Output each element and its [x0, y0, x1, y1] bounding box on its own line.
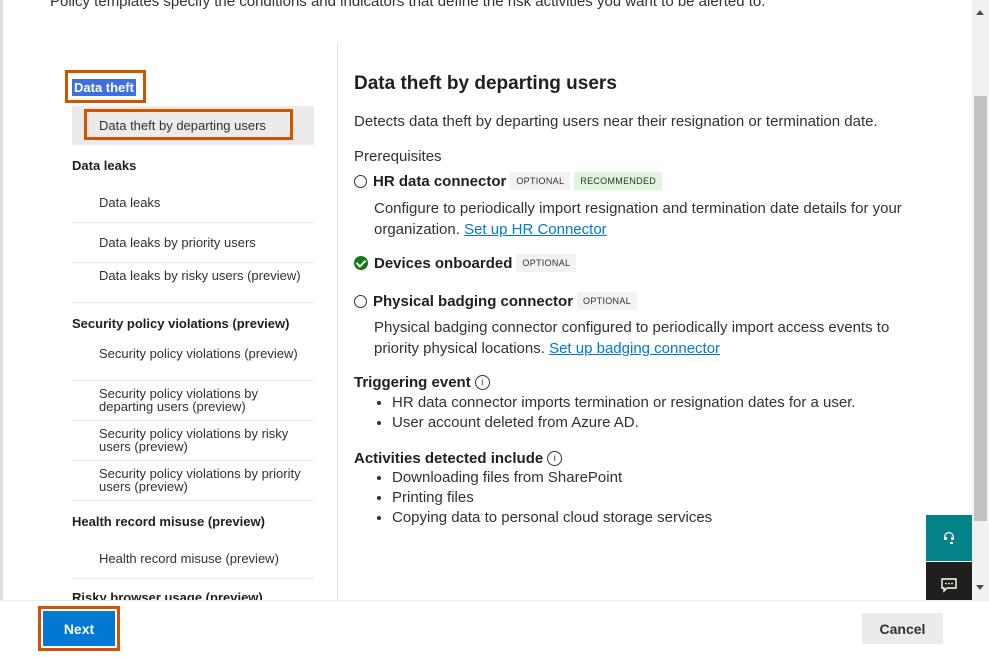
list-item: HR data connector imports termination or…	[392, 393, 856, 413]
optional-badge: OPTIONAL	[577, 292, 637, 310]
template-nav: Data theft Data theft by departing users…	[64, 66, 316, 600]
prereq-physical-badging: Physical badging connector OPTIONAL	[354, 292, 637, 310]
nav-category-risky-browser[interactable]: Risky browser usage (preview)	[72, 590, 263, 600]
scroll-down-arrow-icon[interactable]	[976, 585, 984, 590]
prereq-devices-onboarded: Devices onboarded OPTIONAL	[354, 254, 577, 272]
nav-item-label: Data leaks by risky users (preview)	[99, 268, 301, 283]
nav-item-data-leaks-priority[interactable]: Data leaks by priority users	[72, 223, 314, 263]
pane-divider	[337, 44, 338, 600]
optional-badge: OPTIONAL	[516, 254, 577, 272]
prereq-desc-text: Configure to periodically import resigna…	[374, 200, 902, 238]
info-icon[interactable]: i	[547, 451, 563, 466]
triggering-event-heading: Triggering event i	[354, 374, 490, 391]
section-label: Activities detected include	[354, 450, 544, 467]
list-item: Downloading files from SharePoint	[392, 468, 712, 488]
prereq-hr-connector: HR data connector OPTIONAL RECOMMENDED	[354, 172, 663, 190]
nav-item-security-policy-violations[interactable]: Security policy violations (preview)	[72, 341, 314, 381]
setup-hr-connector-link[interactable]: Set up HR Connector	[464, 221, 607, 238]
radio-unchecked-icon	[354, 174, 367, 188]
nav-category-security-policy[interactable]: Security policy violations (preview)	[72, 316, 289, 331]
triggering-event-list: HR data connector imports termination or…	[354, 393, 856, 433]
nav-item-security-policy-departing[interactable]: Security policy violations by departing …	[72, 381, 314, 421]
prereq-name: Physical badging connector	[373, 292, 574, 310]
prereq-name: Devices onboarded	[374, 254, 513, 272]
prereq-badging-desc: Physical badging connector configured to…	[374, 317, 914, 359]
nav-item-security-policy-priority[interactable]: Security policy violations by priority u…	[72, 461, 314, 501]
radio-unchecked-icon	[354, 294, 367, 308]
list-item: User account deleted from Azure AD.	[392, 413, 856, 433]
nav-item-label: Health record misuse (preview)	[99, 551, 279, 566]
nav-item-label: Data leaks	[99, 195, 161, 210]
intro-text: Policy templates specify the conditions …	[50, 0, 766, 10]
activities-list: Downloading files from SharePoint Printi…	[354, 468, 712, 528]
highlight-departing-users	[84, 109, 293, 140]
prereq-name: HR data connector	[373, 172, 507, 190]
activities-heading: Activities detected include i	[354, 450, 563, 467]
selected-text-data-theft: Data theft	[72, 79, 136, 96]
wizard-footer	[0, 600, 989, 657]
list-item: Printing files	[392, 488, 712, 508]
scroll-up-arrow-icon[interactable]	[976, 10, 984, 15]
nav-category-health-record[interactable]: Health record misuse (preview)	[72, 514, 265, 529]
detail-description: Detects data theft by departing users ne…	[354, 113, 878, 130]
nav-category-data-leaks[interactable]: Data leaks	[72, 158, 136, 173]
info-icon[interactable]: i	[474, 375, 490, 390]
nav-item-label: Security policy violations by risky user…	[99, 426, 289, 454]
cancel-button[interactable]: Cancel	[862, 613, 943, 644]
panel-edge	[0, 0, 3, 600]
nav-item-security-policy-risky[interactable]: Security policy violations by risky user…	[72, 421, 314, 461]
checkmark-circle-icon	[354, 256, 368, 270]
nav-item-label: Data leaks by priority users	[99, 235, 256, 250]
headset-icon	[944, 532, 954, 544]
nav-item-data-leaks[interactable]: Data leaks	[72, 183, 314, 223]
nav-item-label: Security policy violations (preview)	[99, 346, 298, 361]
detail-title: Data theft by departing users	[354, 73, 617, 94]
nav-item-label: Security policy violations by priority u…	[99, 466, 301, 494]
help-button[interactable]	[926, 515, 972, 561]
section-label: Triggering event	[354, 374, 471, 391]
chat-icon	[941, 578, 957, 593]
scrollbar-thumb[interactable]	[974, 96, 987, 521]
prereq-hr-desc: Configure to periodically import resigna…	[374, 198, 914, 240]
wizard-panel: Policy templates specify the conditions …	[0, 0, 989, 657]
nav-item-label: Security policy violations by departing …	[99, 386, 258, 414]
next-button[interactable]: Next	[43, 611, 115, 646]
nav-item-health-record-misuse[interactable]: Health record misuse (preview)	[72, 539, 314, 579]
list-item: Copying data to personal cloud storage s…	[392, 508, 712, 528]
recommended-badge: RECOMMENDED	[574, 172, 663, 190]
nav-item-data-leaks-risky[interactable]: Data leaks by risky users (preview)	[72, 263, 314, 303]
highlight-data-theft: Data theft	[65, 70, 146, 103]
optional-badge: OPTIONAL	[510, 172, 571, 190]
prerequisites-heading: Prerequisites	[354, 148, 442, 165]
setup-badging-connector-link[interactable]: Set up badging connector	[549, 340, 720, 357]
